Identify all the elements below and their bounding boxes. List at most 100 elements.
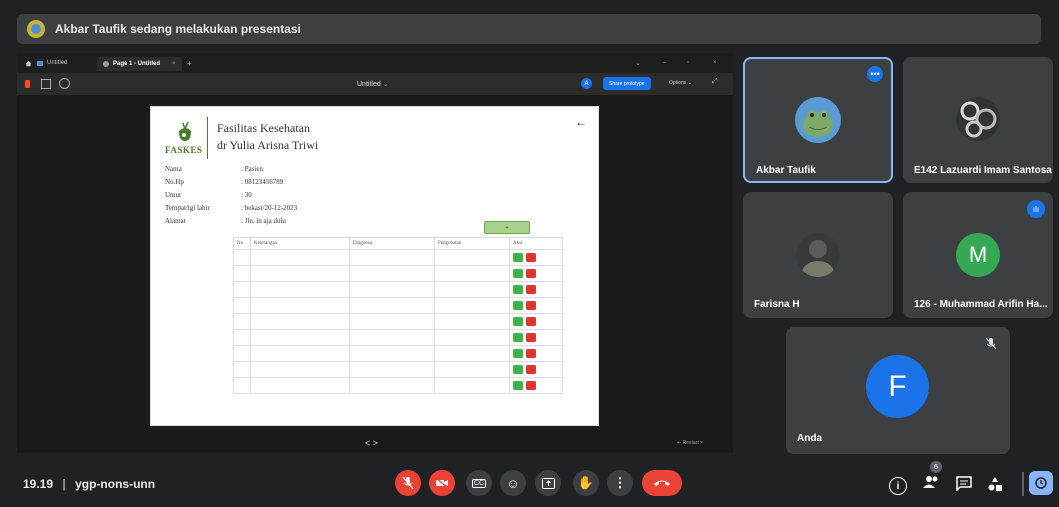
edit-icon[interactable] (513, 317, 523, 326)
people-count-badge: 6 (930, 461, 942, 473)
table-cell (250, 249, 350, 266)
records-table: No Keterangan Diagnosa Pengobatan Aksi (233, 237, 563, 394)
captions-button[interactable]: CC (466, 470, 492, 496)
delete-icon[interactable] (526, 253, 536, 262)
table-cell (349, 297, 435, 314)
table-cell (349, 361, 435, 378)
expand-icon[interactable]: ⤢ (712, 78, 718, 86)
camera-off-button[interactable] (429, 470, 455, 496)
home-icon[interactable] (25, 57, 32, 69)
edit-icon[interactable] (513, 365, 523, 374)
mic-off-button[interactable] (395, 470, 421, 496)
chat-button[interactable] (956, 476, 972, 496)
edit-icon[interactable] (513, 269, 523, 278)
field-label: No.Hp (165, 178, 184, 186)
restart-button[interactable]: ⇤ Restart × (677, 440, 703, 446)
participant-tile-lazuardi[interactable]: E142 Lazuardi Imam Santosa (903, 57, 1053, 183)
edit-icon[interactable] (513, 301, 523, 310)
tab-untitled[interactable]: Untitled (37, 57, 67, 69)
table-row (233, 265, 563, 282)
table-cell (349, 281, 435, 298)
edit-icon[interactable] (513, 349, 523, 358)
delete-icon[interactable] (526, 317, 536, 326)
table-cell (233, 361, 251, 378)
new-tab-icon[interactable]: + (187, 57, 192, 69)
figma-logo-icon[interactable] (25, 80, 30, 88)
bar-divider (1022, 472, 1024, 496)
edit-icon[interactable] (513, 333, 523, 342)
more-vert-icon: ⋮ (613, 475, 627, 490)
participant-tile-farisna[interactable]: Farisna H (743, 192, 893, 318)
table-cell (250, 345, 350, 362)
participant-tile-self[interactable]: F Anda (786, 327, 1010, 454)
user-avatar[interactable]: A (581, 78, 592, 89)
row-actions (509, 281, 563, 298)
table-cell (434, 313, 510, 330)
tab-page1[interactable]: Page 1 - Untitled × (97, 57, 182, 71)
brand-text: FASKES (165, 145, 203, 155)
participant-name: Anda (797, 433, 822, 444)
dropdown-icon[interactable]: ⌄ (635, 57, 641, 69)
participant-tile-akbar[interactable]: ••• Akbar Taufik (743, 57, 893, 183)
table-cell (434, 297, 510, 314)
emoji-button[interactable]: ☺ (500, 470, 526, 496)
presenter-avatar (27, 20, 45, 38)
table-cell (233, 313, 251, 330)
delete-icon[interactable] (526, 301, 536, 310)
edit-icon[interactable] (513, 285, 523, 294)
present-button[interactable] (535, 470, 561, 496)
header-title: Fasilitas Kesehatan (217, 121, 310, 135)
table-cell (250, 281, 350, 298)
prototype-canvas: FASKES Fasilitas Kesehatan dr Yulia Aris… (17, 95, 733, 453)
edit-icon[interactable] (513, 253, 523, 262)
add-record-button[interactable]: + (484, 221, 530, 234)
delete-icon[interactable] (526, 365, 536, 374)
column-header: Diagnosa (349, 237, 435, 250)
tab-file-icon (37, 60, 43, 66)
file-title[interactable]: Untitled ⌄ (357, 80, 389, 88)
field-value: : 08123456789 (241, 178, 284, 186)
delete-icon[interactable] (526, 349, 536, 358)
table-cell (233, 265, 251, 282)
options-menu[interactable]: Options ⌄ (669, 80, 692, 86)
minimize-icon[interactable]: – (663, 57, 666, 69)
maximize-icon[interactable]: ▫ (687, 57, 689, 69)
people-button[interactable]: 6 (922, 461, 942, 495)
participant-tile-arifin[interactable]: ılı M 126 - Muhammad Arifin Ha... (903, 192, 1053, 318)
prototype-nav[interactable]: < > (365, 438, 378, 448)
leave-call-button[interactable] (642, 470, 682, 496)
avatar-photo (796, 233, 840, 277)
window-close-icon[interactable]: × (713, 57, 717, 69)
table-cell (250, 297, 350, 314)
end-call-icon (654, 480, 670, 486)
host-controls-button[interactable] (1029, 471, 1053, 495)
share-prototype-button[interactable]: Share prototype (603, 77, 651, 90)
raise-hand-button[interactable]: ✋ (573, 470, 599, 496)
delete-icon[interactable] (526, 333, 536, 342)
tab-close-icon[interactable]: × (172, 61, 176, 67)
column-header: Aksi (509, 237, 563, 250)
comment-icon[interactable] (59, 78, 70, 89)
avatar-frog (795, 97, 841, 143)
table-cell (233, 329, 251, 346)
table-row (233, 329, 563, 346)
delete-icon[interactable] (526, 269, 536, 278)
more-options-icon[interactable]: ••• (867, 66, 883, 82)
back-arrow-icon[interactable]: ← (575, 115, 587, 130)
avatar-initial: F (866, 355, 929, 418)
more-options-button[interactable]: ⋮ (607, 470, 633, 496)
panel-toggle-icon[interactable] (41, 79, 51, 89)
table-row (233, 297, 563, 314)
activities-button[interactable] (987, 476, 1003, 497)
people-icon (923, 476, 938, 488)
table-cell (233, 281, 251, 298)
delete-icon[interactable] (526, 285, 536, 294)
row-actions (509, 297, 563, 314)
delete-icon[interactable] (526, 381, 536, 390)
hand-icon: ✋ (577, 475, 595, 490)
participant-name: Farisna H (754, 299, 800, 310)
meeting-details-icon[interactable]: i (889, 477, 907, 495)
table-cell (434, 377, 510, 394)
edit-icon[interactable] (513, 381, 523, 390)
table-row (233, 377, 563, 394)
